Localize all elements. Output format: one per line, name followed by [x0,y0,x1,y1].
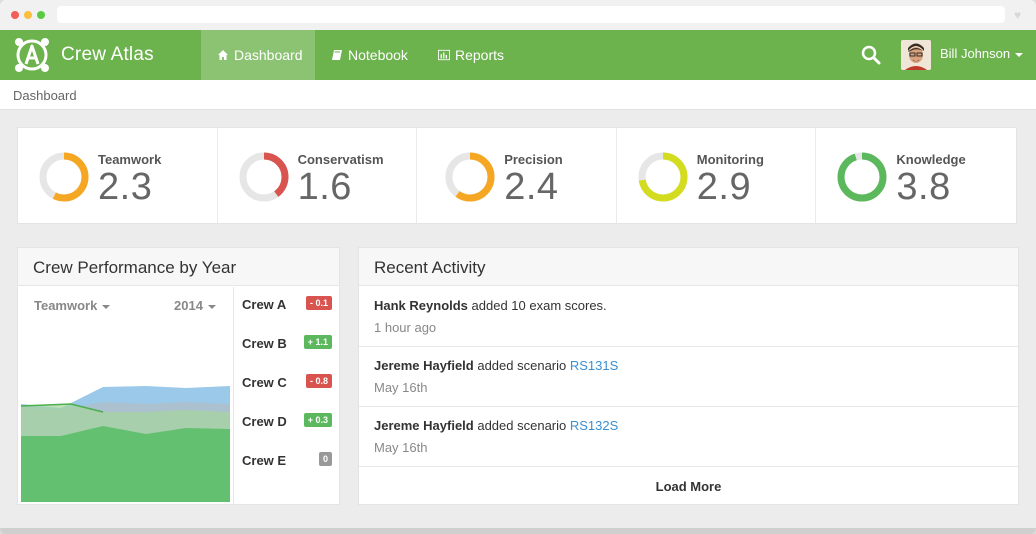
stat-precision[interactable]: Precision 2.4 [417,128,617,223]
activity-line: Hank Reynolds added 10 exam scores. [374,298,607,313]
activity-text: added scenario [473,418,570,433]
activity-text: added scenario [473,358,570,373]
scenario-link[interactable]: RS131S [570,358,618,373]
breadcrumb: Dashboard [13,88,77,103]
precision-ring-icon [445,152,495,202]
stat-value: 2.4 [504,166,559,208]
stat-value: 2.3 [98,166,153,208]
activity-time: 1 hour ago [374,320,437,335]
stat-knowledge[interactable]: Knowledge 3.8 [816,128,1016,223]
activity-user[interactable]: Jereme Hayfield [374,418,474,433]
chevron-down-icon [102,304,111,309]
nav-dashboard-label: Dashboard [234,47,303,63]
stat-label: Conservatism [297,152,384,167]
scenario-link[interactable]: RS132S [570,418,618,433]
stat-value: 2.9 [696,166,752,208]
nav-dashboard[interactable]: Dashboard [201,30,315,80]
nav-notebook-label: Notebook [348,47,408,63]
stat-label: Monitoring [696,152,764,167]
crew-name: Crew C [242,375,287,390]
year-select-value: 2014 [174,298,203,313]
year-select[interactable]: 2014 [174,298,216,313]
nav-reports[interactable]: Reports [438,30,504,80]
breadcrumb-bar: Dashboard [0,80,1036,110]
stat-conservatism[interactable]: Conservatism 1.6 [218,128,418,223]
activity-item: Jereme Hayfield added scenario RS131S Ma… [359,347,1018,407]
crew-row[interactable]: Crew E 0 [234,443,341,482]
stats-row: Teamwork 2.3 Conservatism 1.6 Precision … [17,127,1017,224]
activity-user[interactable]: Hank Reynolds [374,298,468,313]
activity-line: Jereme Hayfield added scenario RS131S [374,358,618,373]
activity-line: Jereme Hayfield added scenario RS132S [374,418,618,433]
stat-label: Knowledge [896,152,966,167]
address-bar[interactable] [57,6,1005,23]
activity-text: added 10 exam scores. [467,298,607,313]
stat-value: 3.8 [896,166,951,208]
crew-row[interactable]: Crew C - 0.8 [234,365,341,404]
nav-reports-label: Reports [455,47,505,63]
crew-name: Crew D [242,414,287,429]
brand[interactable]: Crew Atlas [12,36,154,74]
crew-row[interactable]: Crew D + 0.3 [234,404,341,443]
avatar[interactable] [901,40,931,70]
activity-time: May 16th [374,440,428,455]
crew-name: Crew A [242,297,287,312]
crew-atlas-logo-icon [15,38,49,72]
stat-label: Precision [504,152,563,167]
chevron-down-icon[interactable] [1015,53,1023,57]
book-icon [332,50,342,60]
knowledge-ring-icon [837,152,887,202]
browser-chrome: ♥ [0,0,1036,30]
crew-delta-badge: + 1.1 [303,335,332,349]
load-more-button[interactable]: Load More [359,467,1018,505]
heart-icon[interactable]: ♥ [1014,9,1026,21]
panel-title: Crew Performance by Year [18,248,339,286]
teamwork-ring-icon [39,152,89,202]
crew-delta-badge: + 0.3 [303,413,332,427]
chart-area-green [21,426,230,502]
metric-select-value: Teamwork [34,298,98,313]
crew-delta-badge: - 0.8 [305,374,332,388]
crew-name: Crew B [242,336,287,351]
browser-window: ♥ Crew Atlas Dashboard Notebook Reports … [0,0,1036,534]
crew-delta-badge: - 0.1 [305,296,332,310]
performance-area-chart [21,386,230,502]
crew-row[interactable]: Crew A - 0.1 [234,287,341,326]
crew-list: Crew A - 0.1 Crew B + 1.1 Crew C - 0.8 C… [233,287,340,505]
crew-row[interactable]: Crew B + 1.1 [234,326,341,365]
minimize-window-dot[interactable] [24,11,32,19]
bar-chart-icon [438,49,450,61]
metric-select[interactable]: Teamwork [34,298,111,313]
activity-item: Jereme Hayfield added scenario RS132S Ma… [359,407,1018,467]
monitoring-ring-icon [638,152,688,202]
recent-activity-panel: Recent Activity Hank Reynolds added 10 e… [358,247,1019,505]
activity-user[interactable]: Jereme Hayfield [374,358,474,373]
stat-label: Teamwork [98,152,162,167]
search-icon[interactable] [861,45,881,65]
user-avatar-icon [901,40,931,70]
panel-title: Recent Activity [359,248,1018,286]
stat-value: 1.6 [297,166,352,208]
crew-performance-panel: Crew Performance by Year Teamwork 2014 C… [17,247,340,505]
nav-notebook[interactable]: Notebook [331,30,408,80]
stat-teamwork[interactable]: Teamwork 2.3 [18,128,218,223]
performance-chart-area: Teamwork 2014 [18,287,233,505]
bottom-bar [0,528,1036,534]
activity-time: May 16th [374,380,428,395]
user-name[interactable]: Bill Johnson [940,46,1010,61]
close-window-dot[interactable] [11,11,19,19]
stat-monitoring[interactable]: Monitoring 2.9 [617,128,817,223]
app-name: Crew Atlas [61,44,154,65]
home-icon [218,50,228,60]
crew-name: Crew E [242,453,287,468]
activity-item: Hank Reynolds added 10 exam scores. 1 ho… [359,287,1018,347]
maximize-window-dot[interactable] [37,11,45,19]
top-navbar: Crew Atlas Dashboard Notebook Reports Bi… [0,30,1036,80]
crew-delta-badge: 0 [318,452,332,466]
chevron-down-icon [207,304,216,309]
conservatism-ring-icon [239,152,289,202]
